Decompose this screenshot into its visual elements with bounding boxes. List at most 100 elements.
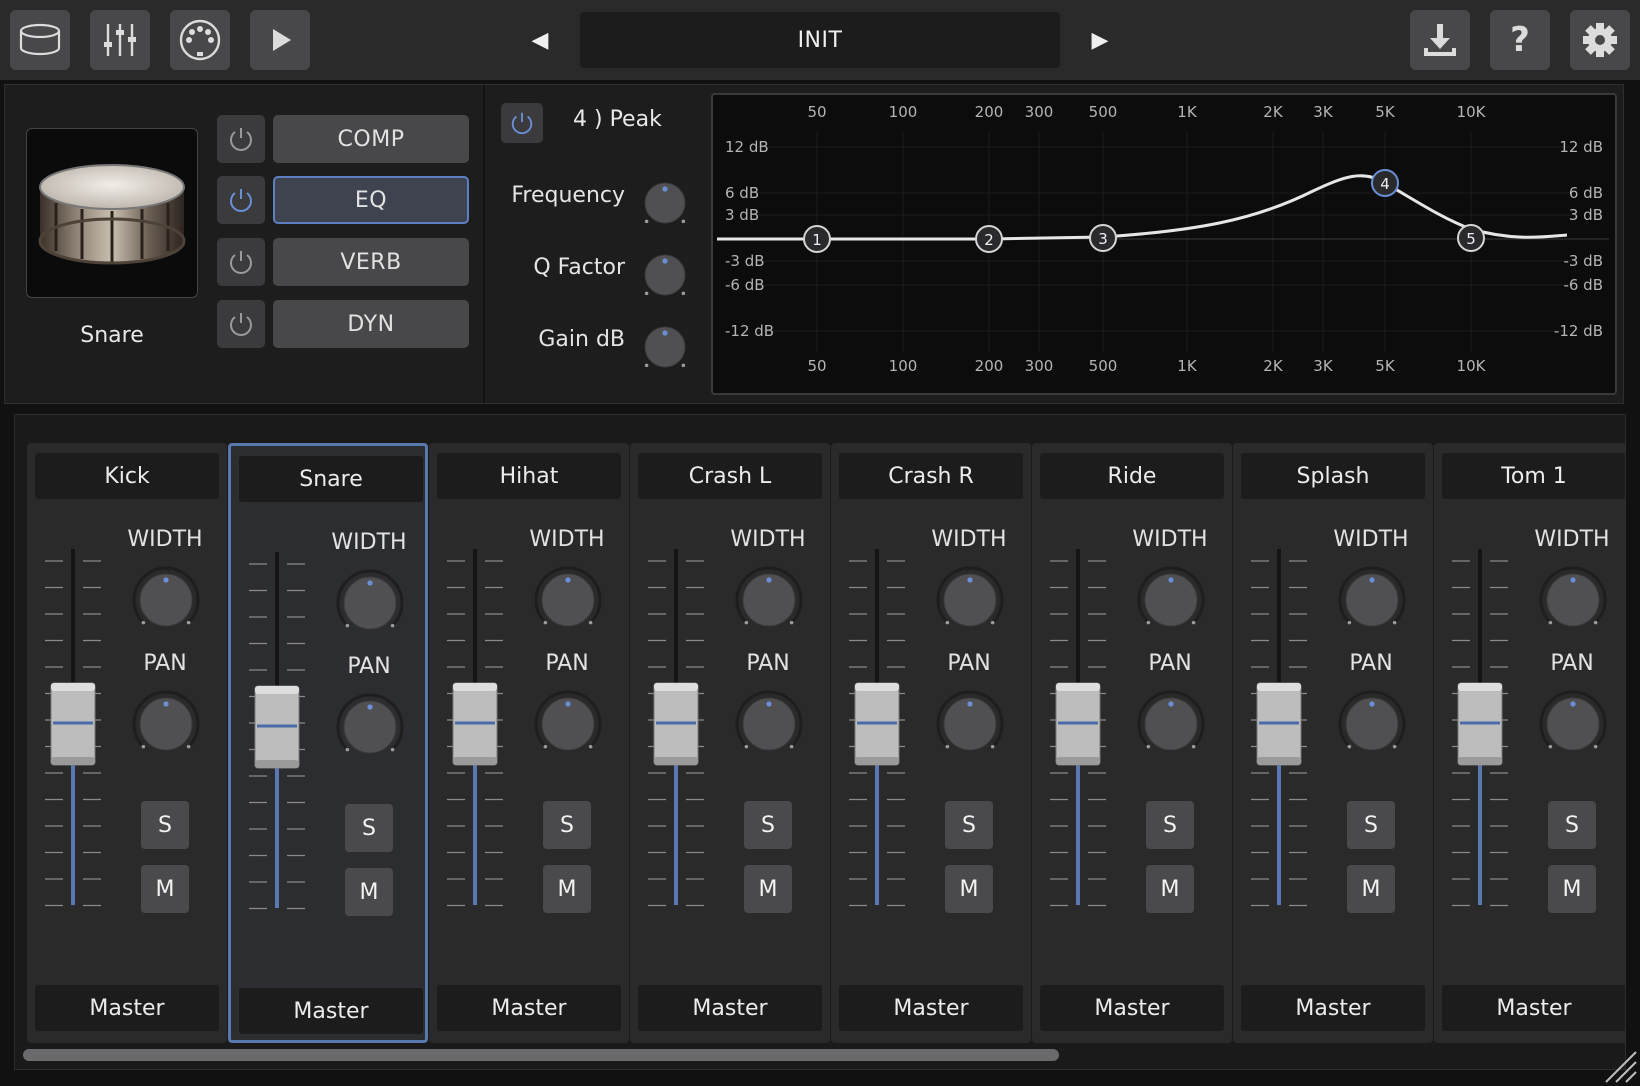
channel-name[interactable]: Splash [1241,453,1425,499]
output-route-select[interactable]: Master [239,988,423,1034]
width-knob[interactable] [1534,561,1612,639]
width-knob[interactable] [1132,561,1210,639]
eq-band-node[interactable]: 5 [1457,224,1485,252]
width-label: WIDTH [529,527,605,552]
channel-strip[interactable]: Snare WIDTH PAN S M Master [228,443,428,1043]
volume-fader[interactable] [39,549,111,919]
mute-button[interactable]: M [345,868,393,916]
output-route-select[interactable]: Master [1040,985,1224,1031]
output-route-select[interactable]: Master [1442,985,1625,1031]
eq-band-node[interactable]: 3 [1089,224,1117,252]
channel-name[interactable]: Hihat [437,453,621,499]
output-route-select[interactable]: Master [839,985,1023,1031]
channel-name[interactable]: Crash L [638,453,822,499]
pan-knob[interactable] [1534,685,1612,763]
output-route-select[interactable]: Master [1241,985,1425,1031]
output-route-select[interactable]: Master [35,985,219,1031]
band-power-button[interactable] [501,103,543,143]
volume-fader[interactable] [243,552,315,922]
mixer-horizontal-scrollbar[interactable] [23,1049,1059,1061]
volume-fader[interactable] [441,549,513,919]
instrument-thumbnail[interactable] [26,128,198,298]
output-route-select[interactable]: Master [437,985,621,1031]
solo-button[interactable]: S [543,801,591,849]
mixer-sliders-icon[interactable] [90,10,150,70]
previous-preset-button[interactable]: ◀ [520,20,560,60]
pan-knob[interactable] [1132,685,1210,763]
mute-button[interactable]: M [1548,865,1596,913]
solo-button[interactable]: S [1146,801,1194,849]
pan-knob[interactable] [931,685,1009,763]
channel-name[interactable]: Tom 1 [1442,453,1625,499]
mute-button[interactable]: M [1347,865,1395,913]
width-knob[interactable] [730,561,808,639]
q-factor-knob[interactable] [635,245,695,305]
preset-name-display[interactable]: INIT [580,12,1060,68]
download-icon[interactable] [1410,10,1470,70]
eq-band-node[interactable]: 1 [803,225,831,253]
solo-button[interactable]: S [141,801,189,849]
eq-power-button[interactable] [217,176,265,224]
eq-freq-tick-bottom: 10K [1457,357,1487,375]
next-preset-button[interactable]: ▶ [1080,20,1120,60]
verb-power-button[interactable] [217,238,265,286]
gain-knob[interactable] [635,317,695,377]
solo-button[interactable]: S [744,801,792,849]
channel-strip[interactable]: Crash R WIDTH PAN S M Master [831,443,1031,1043]
drum-kit-icon[interactable] [10,10,70,70]
solo-button[interactable]: S [1347,801,1395,849]
solo-button[interactable]: S [345,804,393,852]
eq-band-node[interactable]: 2 [975,225,1003,253]
volume-fader[interactable] [843,549,915,919]
channel-strip[interactable]: Splash WIDTH PAN S M Master [1233,443,1433,1043]
channel-name[interactable]: Ride [1040,453,1224,499]
eq-node-label: 4 [1380,175,1390,193]
mute-button[interactable]: M [543,865,591,913]
pan-knob[interactable] [730,685,808,763]
pan-knob[interactable] [127,685,205,763]
channel-name[interactable]: Kick [35,453,219,499]
mute-button[interactable]: M [1146,865,1194,913]
channel-name[interactable]: Crash R [839,453,1023,499]
volume-fader[interactable] [1446,549,1518,919]
arrow-right-icon: ▶ [1091,27,1109,53]
fx-slot-comp[interactable]: COMP [273,115,469,163]
width-knob[interactable] [931,561,1009,639]
mute-button[interactable]: M [945,865,993,913]
volume-fader[interactable] [1044,549,1116,919]
fx-slot-dyn[interactable]: DYN [273,300,469,348]
channel-strip[interactable]: Tom 1 WIDTH PAN S M Master [1434,443,1625,1043]
channel-strip[interactable]: Ride WIDTH PAN S M Master [1032,443,1232,1043]
gear-icon[interactable] [1570,10,1630,70]
channel-name[interactable]: Snare [239,456,423,502]
mute-button[interactable]: M [744,865,792,913]
pan-knob[interactable] [529,685,607,763]
eq-band-node[interactable]: 4 [1371,169,1399,197]
output-route-select[interactable]: Master [638,985,822,1031]
width-knob[interactable] [127,561,205,639]
fx-slot-verb[interactable]: VERB [273,238,469,286]
channel-strip[interactable]: Crash L WIDTH PAN S M Master [630,443,830,1043]
resize-grip-icon[interactable] [1598,1044,1638,1084]
comp-power-button[interactable] [217,115,265,163]
frequency-knob[interactable] [635,173,695,233]
pan-knob[interactable] [331,688,409,766]
mute-button[interactable]: M [141,865,189,913]
help-button[interactable]: ? [1490,10,1550,70]
pan-knob[interactable] [1333,685,1411,763]
volume-fader[interactable] [642,549,714,919]
channel-strip[interactable]: Kick WIDTH PAN S M Master [27,443,227,1043]
width-knob[interactable] [331,564,409,642]
play-icon[interactable] [250,10,310,70]
midi-port-icon[interactable] [170,10,230,70]
solo-button[interactable]: S [1548,801,1596,849]
width-knob[interactable] [529,561,607,639]
dyn-power-button[interactable] [217,300,265,348]
fx-slot-eq[interactable]: EQ [273,176,469,224]
channel-strip[interactable]: Hihat WIDTH PAN S M Master [429,443,629,1043]
width-knob[interactable] [1333,561,1411,639]
eq-db-tick-left: -6 dB [725,276,765,294]
solo-button[interactable]: S [945,801,993,849]
eq-curve-graph[interactable]: 50 50 100 100 200 200 300 300 500 500 1K 1K 2K 2K 3K 3K… [711,93,1617,395]
volume-fader[interactable] [1245,549,1317,919]
